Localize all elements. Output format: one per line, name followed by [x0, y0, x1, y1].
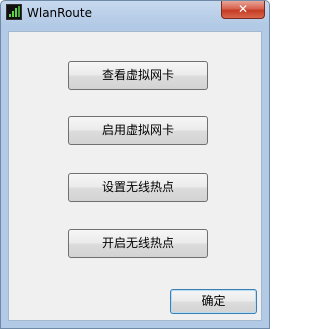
dialog-client-area: 查看虚拟网卡 启用虚拟网卡 设置无线热点 开启无线热点 确定 [8, 31, 262, 321]
wifi-signal-icon [6, 4, 22, 20]
close-icon: ✕ [237, 2, 249, 16]
window-title: WlanRoute [27, 6, 92, 20]
enable-virtual-adapter-button[interactable]: 启用虚拟网卡 [68, 116, 208, 145]
title-bar[interactable]: WlanRoute ✕ [1, 1, 269, 25]
app-window: WlanRoute ✕ 查看虚拟网卡 启用虚拟网卡 设置无线热点 开启无线热点 … [0, 0, 270, 329]
ok-button[interactable]: 确定 [170, 289, 257, 314]
set-hotspot-button[interactable]: 设置无线热点 [68, 173, 208, 202]
close-button[interactable]: ✕ [221, 1, 265, 19]
start-hotspot-button[interactable]: 开启无线热点 [68, 229, 208, 258]
view-virtual-adapter-button[interactable]: 查看虚拟网卡 [68, 61, 208, 90]
